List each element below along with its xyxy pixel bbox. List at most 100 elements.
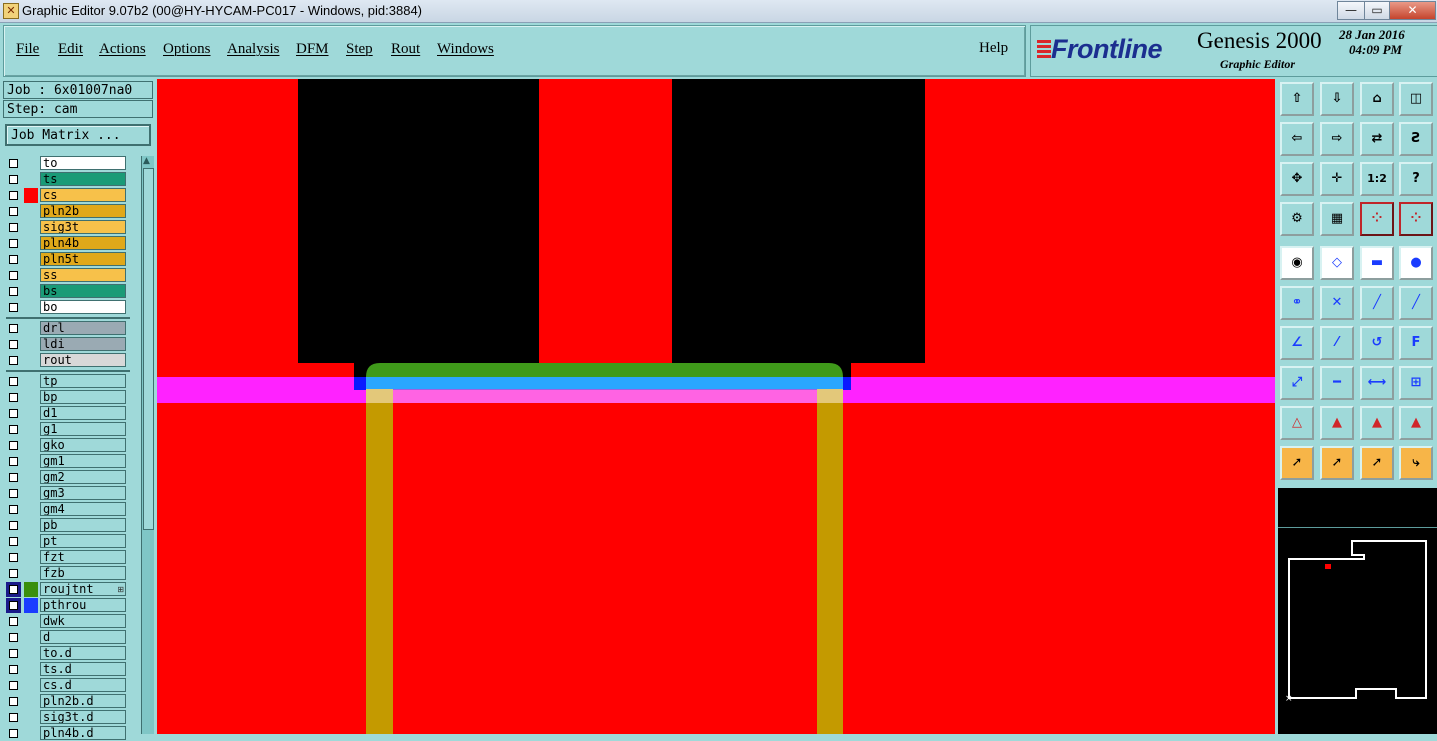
layer-row-pt[interactable]: pt: [6, 534, 126, 549]
layer-color-swatch[interactable]: [24, 598, 38, 613]
line-tool-button[interactable]: ╱: [1360, 286, 1394, 320]
layer-checkbox[interactable]: [9, 393, 18, 402]
layer-color-swatch[interactable]: [24, 502, 38, 517]
layer-checkbox[interactable]: [9, 441, 18, 450]
layer-checkbox[interactable]: [9, 553, 18, 562]
grid-tool-button[interactable]: ▦: [1320, 202, 1354, 236]
layer-row-ldi[interactable]: ldi: [6, 337, 126, 352]
triangle-tool-button[interactable]: ▲: [1399, 406, 1433, 440]
layer-name[interactable]: d: [40, 630, 126, 644]
layer-name[interactable]: ss: [40, 268, 126, 282]
dim-tool-button[interactable]: ⟷: [1360, 366, 1394, 400]
layer-scrollbar[interactable]: ▲: [141, 156, 154, 734]
pointer-tool-button[interactable]: ➚: [1280, 446, 1314, 480]
layer-name[interactable]: sig3t.d: [40, 710, 126, 724]
window-split-tool-button[interactable]: ◫: [1399, 82, 1433, 116]
layer-row-bp[interactable]: bp: [6, 390, 126, 405]
pad-right[interactable]: [672, 79, 925, 363]
cross-tool-button[interactable]: ✕: [1320, 286, 1354, 320]
zoom-fit-tool-button[interactable]: ✥: [1280, 162, 1314, 196]
menu-help[interactable]: Help: [979, 40, 1008, 57]
layer-selected-indicator[interactable]: [6, 582, 21, 597]
layer-name[interactable]: gko: [40, 438, 126, 452]
layer-color-swatch[interactable]: [24, 662, 38, 677]
layer-checkbox[interactable]: [9, 271, 18, 280]
layer-name[interactable]: bo: [40, 300, 126, 314]
help-tool-button[interactable]: ?: [1399, 162, 1433, 196]
layer-row-pln4b[interactable]: pln4b: [6, 236, 126, 251]
layer-color-swatch[interactable]: [24, 172, 38, 187]
layer-checkbox[interactable]: [9, 207, 18, 216]
layer-name[interactable]: pln4b.d: [40, 726, 126, 740]
layer-name[interactable]: rout: [40, 353, 126, 367]
layer-color-swatch[interactable]: [24, 236, 38, 251]
menu-analysis[interactable]: Analysis: [227, 41, 280, 58]
layer-name[interactable]: pt: [40, 534, 126, 548]
layer-color-swatch[interactable]: [24, 646, 38, 661]
layer-color-swatch[interactable]: [24, 550, 38, 565]
layer-row-pln2b-d[interactable]: pln2b.d: [6, 694, 126, 709]
layer-checkbox[interactable]: [9, 287, 18, 296]
layer-color-swatch[interactable]: [24, 534, 38, 549]
select-circle-tool-button[interactable]: ➚: [1360, 446, 1394, 480]
layer-name[interactable]: pb: [40, 518, 126, 532]
layer-checkbox[interactable]: [9, 409, 18, 418]
layer-row-sig3t-d[interactable]: sig3t.d: [6, 710, 126, 725]
view-right-tool-button[interactable]: ⇨: [1320, 122, 1354, 156]
layer-checkbox[interactable]: [9, 601, 18, 610]
layer-name[interactable]: gm4: [40, 502, 126, 516]
layer-color-swatch[interactable]: [24, 353, 38, 368]
layer-name[interactable]: sig3t: [40, 220, 126, 234]
layer-row-pthrou[interactable]: pthrou: [6, 598, 126, 613]
layer-name[interactable]: pln2b.d: [40, 694, 126, 708]
layer-checkbox[interactable]: [9, 159, 18, 168]
move-tool-button[interactable]: ⤢: [1280, 366, 1314, 400]
view-up-tool-button[interactable]: ⇧: [1280, 82, 1314, 116]
layer-checkbox[interactable]: [9, 505, 18, 514]
view-left-tool-button[interactable]: ⇦: [1280, 122, 1314, 156]
connect-tool-button[interactable]: ⚭: [1280, 286, 1314, 320]
layer-name[interactable]: ts.d: [40, 662, 126, 676]
layer-checkbox[interactable]: [9, 425, 18, 434]
layer-row-fzb[interactable]: fzb: [6, 566, 126, 581]
maximize-button[interactable]: ▭: [1364, 1, 1390, 20]
gold-outline-left[interactable]: [366, 389, 393, 734]
layer-name[interactable]: bs: [40, 284, 126, 298]
layer-color-swatch[interactable]: [24, 284, 38, 299]
layer-row-cs[interactable]: cs: [6, 188, 126, 203]
menu-dfm[interactable]: DFM: [296, 41, 329, 58]
layer-checkbox[interactable]: [9, 697, 18, 706]
layer-checkbox[interactable]: [9, 521, 18, 530]
layer-name[interactable]: pthrou: [40, 598, 126, 612]
layer-name[interactable]: tp: [40, 374, 126, 388]
menu-file[interactable]: File: [16, 41, 39, 58]
layer-checkbox[interactable]: [9, 489, 18, 498]
gold-outline-right[interactable]: [817, 389, 843, 734]
layer-color-swatch[interactable]: [24, 566, 38, 581]
layer-color-swatch[interactable]: [24, 630, 38, 645]
layer-color-swatch[interactable]: [24, 374, 38, 389]
layer-row-gm2[interactable]: gm2: [6, 470, 126, 485]
layer-name[interactable]: cs: [40, 188, 126, 202]
layer-name[interactable]: gm3: [40, 486, 126, 500]
layer-row-drl[interactable]: drl: [6, 321, 126, 336]
layer-row-dwk[interactable]: dwk: [6, 614, 126, 629]
mini-map[interactable]: ×: [1278, 488, 1437, 734]
group-tool-button[interactable]: ⊞: [1399, 366, 1433, 400]
layer-name[interactable]: ts: [40, 172, 126, 186]
layer-color-swatch[interactable]: [24, 470, 38, 485]
layer-row-ts-d[interactable]: ts.d: [6, 662, 126, 677]
graphic-canvas[interactable]: [157, 79, 1275, 734]
menu-rout[interactable]: Rout: [391, 41, 420, 58]
layer-row-gm4[interactable]: gm4: [6, 502, 126, 517]
layer-color-swatch[interactable]: [24, 300, 38, 315]
layer-color-swatch[interactable]: [24, 694, 38, 709]
ruler-tool-button[interactable]: ▬: [1360, 246, 1394, 280]
layer-color-swatch[interactable]: [24, 268, 38, 283]
layer-color-swatch[interactable]: [24, 156, 38, 171]
layer-row-fzt[interactable]: fzt: [6, 550, 126, 565]
triangle-tool-button[interactable]: △: [1280, 406, 1314, 440]
layer-checkbox[interactable]: [9, 356, 18, 365]
layer-checkbox[interactable]: [9, 633, 18, 642]
layer-name[interactable]: gm2: [40, 470, 126, 484]
